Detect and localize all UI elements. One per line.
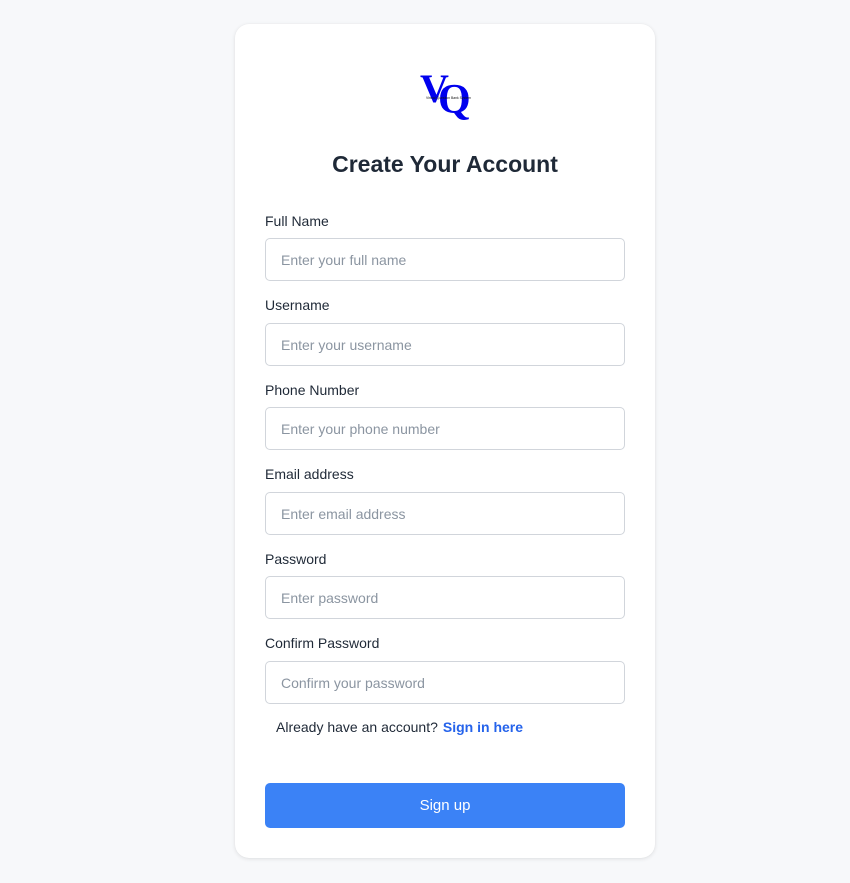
password-label: Password	[265, 551, 327, 567]
full-name-input[interactable]	[265, 238, 625, 281]
signin-link[interactable]: Sign in here	[443, 719, 523, 735]
password-input[interactable]	[265, 576, 625, 619]
signin-prompt-text: Already have an account?	[276, 719, 438, 735]
logo-tagline: Virtual Question Bank System	[426, 96, 471, 100]
full-name-label: Full Name	[265, 213, 329, 229]
phone-number-label: Phone Number	[265, 382, 360, 398]
email-label: Email address	[265, 466, 354, 482]
signup-button[interactable]: Sign up	[265, 783, 625, 828]
signup-card: V Q Virtual Question Bank System Create …	[235, 24, 655, 858]
email-input[interactable]	[265, 492, 625, 535]
username-input[interactable]	[265, 323, 625, 366]
confirm-password-label: Confirm Password	[265, 635, 380, 651]
signin-prompt-row: Already have an account? Sign in here	[276, 719, 523, 735]
page-title: Create Your Account	[332, 151, 558, 177]
username-label: Username	[265, 297, 330, 313]
confirm-password-input[interactable]	[265, 661, 625, 704]
vq-logo: V Q Virtual Question Bank System	[420, 66, 471, 120]
phone-number-input[interactable]	[265, 407, 625, 450]
